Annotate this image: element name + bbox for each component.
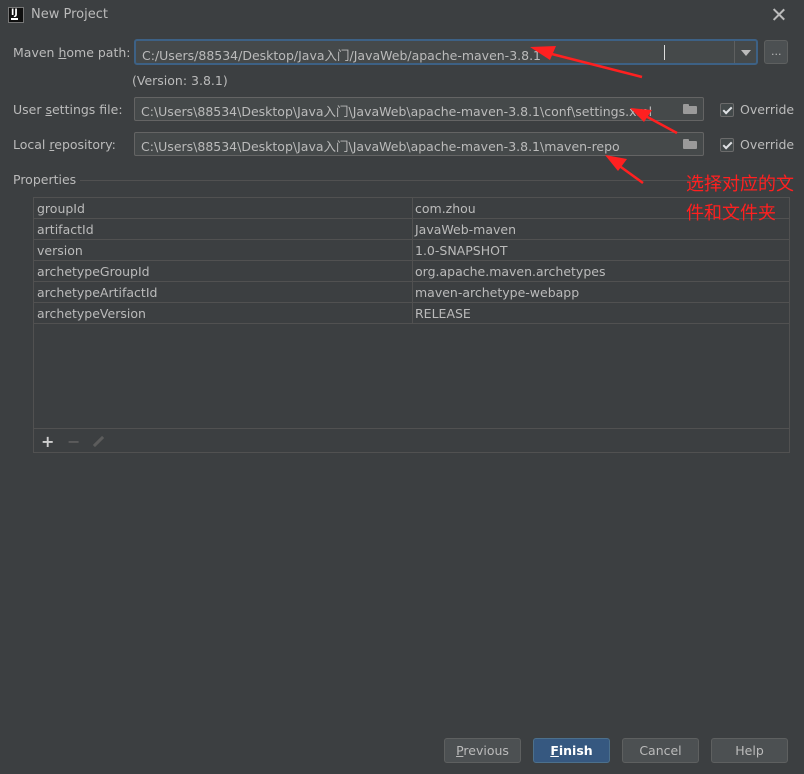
annotation-arrows [530, 46, 678, 185]
finish-button[interactable]: Finish [533, 738, 610, 763]
arrow-head-icon [530, 46, 556, 60]
annotation-arrow-1 [539, 49, 643, 79]
arrow-head-icon [630, 108, 652, 122]
previous-button[interactable]: Previous [444, 738, 521, 763]
help-button[interactable]: Help [711, 738, 788, 763]
cancel-button[interactable]: Cancel [622, 738, 699, 763]
